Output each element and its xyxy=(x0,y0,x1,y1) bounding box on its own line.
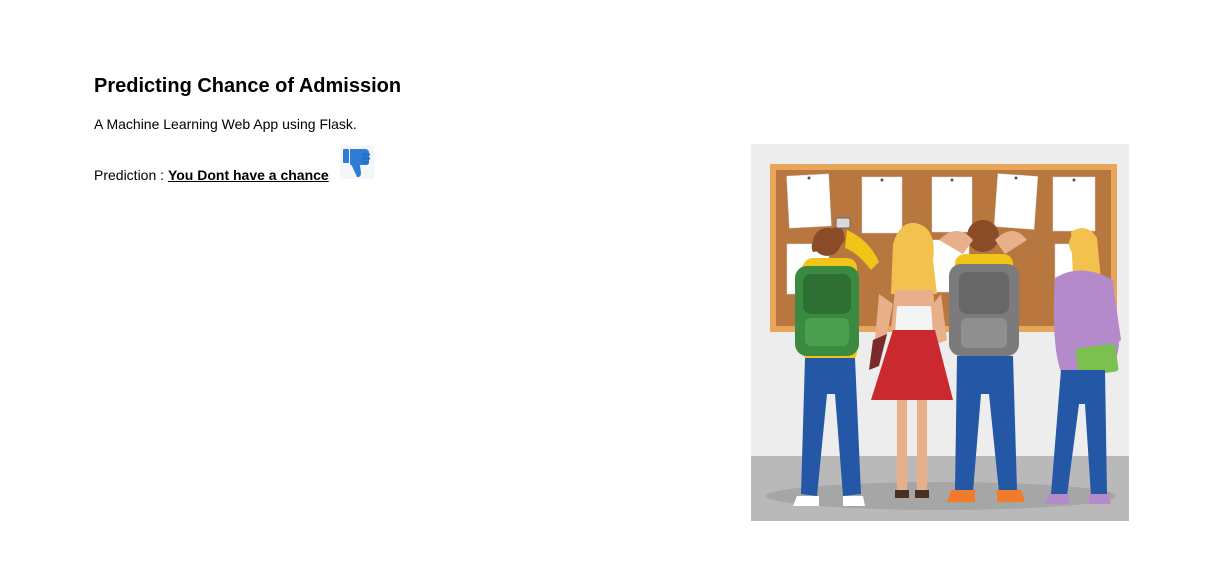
page-title: Predicting Chance of Admission xyxy=(94,75,402,97)
prediction-result: You Dont have a chance xyxy=(167,167,329,183)
prediction-row: Prediction : You Dont have a chance xyxy=(94,166,329,184)
thumbs-down-icon xyxy=(340,145,374,179)
page-subtitle: A Machine Learning Web App using Flask. xyxy=(94,116,357,132)
students-notice-board-illustration xyxy=(751,144,1129,521)
prediction-label: Prediction : xyxy=(94,167,168,183)
